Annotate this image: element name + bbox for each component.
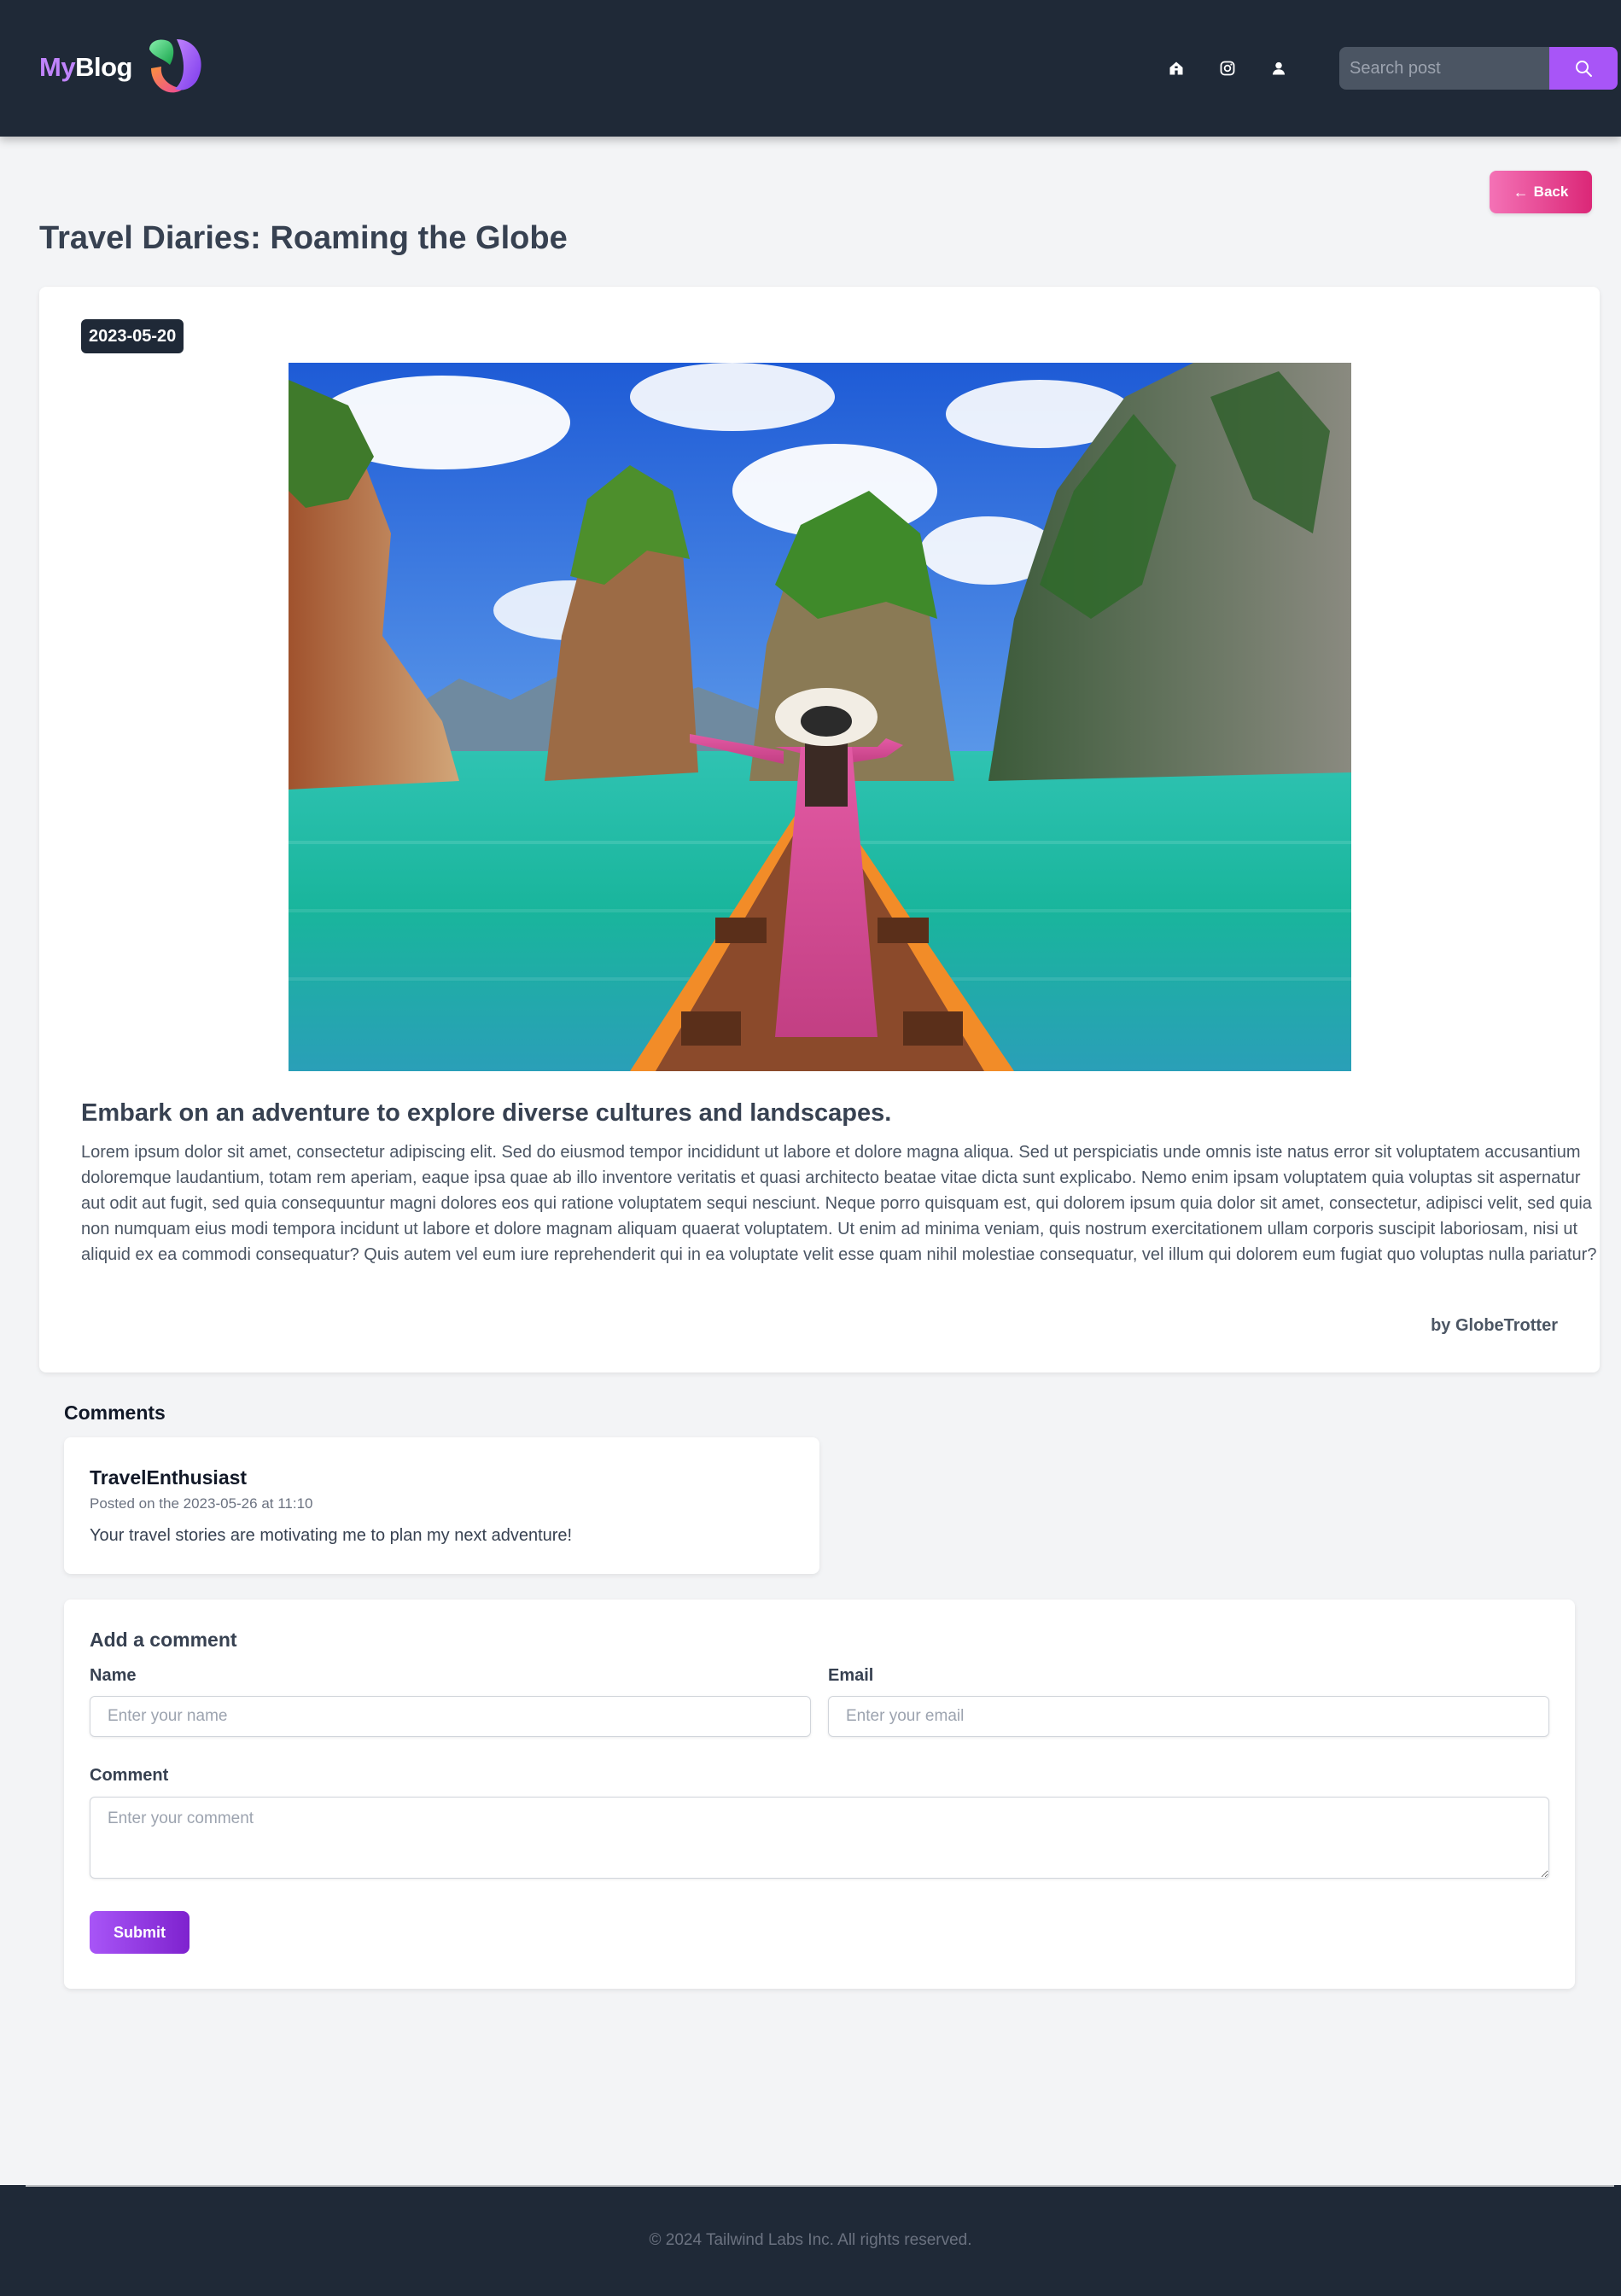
home-icon[interactable]	[1161, 53, 1192, 84]
back-button-label: Back	[1533, 184, 1569, 200]
page-title: Travel Diaries: Roaming the Globe	[39, 220, 568, 256]
date-badge: 2023-05-20	[81, 319, 184, 353]
brand-logo-link[interactable]: MyBlog	[39, 36, 207, 99]
comments-heading: Comments	[64, 1401, 166, 1424]
name-label: Name	[90, 1666, 137, 1685]
footer-copyright: © 2024 Tailwind Labs Inc. All rights res…	[649, 2231, 972, 2249]
back-button[interactable]: ← Back	[1490, 171, 1592, 213]
search-bar	[1339, 47, 1618, 90]
comment-textarea[interactable]	[90, 1797, 1549, 1879]
submit-button[interactable]: Submit	[90, 1911, 190, 1954]
form-title: Add a comment	[90, 1629, 237, 1651]
hero-image	[289, 363, 1351, 1071]
arrow-left-icon: ←	[1513, 183, 1529, 201]
article-card: 2023-05-20 Embark on an adventure to exp…	[39, 287, 1600, 1372]
brand-name: MyBlog	[39, 52, 132, 83]
comment-timestamp: Posted on the 2023-05-26 at 11:10	[90, 1495, 313, 1512]
article-subtitle: Embark on an adventure to explore divers…	[81, 1099, 892, 1127]
brand-name-blog: Blog	[75, 52, 132, 82]
name-field[interactable]	[90, 1696, 811, 1737]
comment-text: Your travel stories are motivating me to…	[90, 1526, 573, 1545]
search-icon	[1576, 61, 1592, 77]
nav-icon-group	[1161, 53, 1315, 84]
article-author: by GlobeTrotter	[1431, 1316, 1558, 1335]
search-button[interactable]	[1549, 47, 1618, 90]
article-body: Lorem ipsum dolor sit amet, consectetur …	[81, 1143, 1597, 1264]
top-navbar: MyBlog	[0, 0, 1621, 137]
comment-label: Comment	[90, 1766, 169, 1785]
footer-divider	[26, 2185, 1614, 2187]
instagram-icon[interactable]	[1212, 53, 1243, 84]
footer: © 2024 Tailwind Labs Inc. All rights res…	[0, 2185, 1621, 2296]
email-field[interactable]	[828, 1696, 1549, 1737]
user-icon[interactable]	[1263, 53, 1294, 84]
add-comment-form: Add a comment Name Email Comment Submit	[64, 1600, 1575, 1989]
brand-logo-icon	[149, 39, 201, 93]
email-label: Email	[828, 1666, 874, 1685]
brand-name-my: My	[39, 52, 76, 82]
comment-author: TravelEnthusiast	[90, 1466, 248, 1489]
comment-card: TravelEnthusiast Posted on the 2023-05-2…	[64, 1437, 819, 1574]
search-input[interactable]	[1339, 47, 1549, 90]
